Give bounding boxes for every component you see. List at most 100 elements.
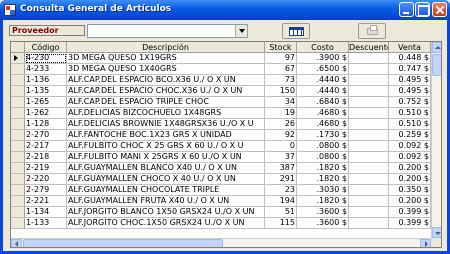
descuento-cell[interactable] bbox=[349, 97, 389, 108]
stock-cell[interactable]: 23 bbox=[265, 185, 297, 196]
table-row[interactable]: 1-133 ALF.JORGITO CHOC.1X50 GRSX24 U./O X… bbox=[11, 218, 431, 229]
row-selector[interactable] bbox=[11, 86, 25, 97]
descuento-cell[interactable] bbox=[349, 119, 389, 130]
column-header-stock[interactable]: Stock bbox=[265, 42, 297, 53]
venta-cell[interactable]: 0.495 $ bbox=[389, 75, 431, 86]
codigo-cell[interactable]: 1-135 bbox=[25, 86, 67, 97]
descripcion-cell[interactable]: ALF.GUAYMALLEN CHOCO X 40 U./ O X UN bbox=[67, 174, 265, 185]
stock-cell[interactable]: 34 bbox=[265, 97, 297, 108]
descuento-cell[interactable] bbox=[349, 185, 389, 196]
venta-cell[interactable]: 0.747 $ bbox=[389, 64, 431, 75]
descripcion-cell[interactable]: ALF.GUAYMALLEN BLANCO X40 U./ O X UN bbox=[67, 163, 265, 174]
stock-cell[interactable]: 291 bbox=[265, 174, 297, 185]
minimize-button[interactable] bbox=[399, 2, 414, 17]
table-row[interactable]: 2-270 ALF.FANTOCHE BOC.1X23 GRS X UNIDAD 9… bbox=[11, 130, 431, 141]
column-header-descripcion[interactable]: Descripción bbox=[67, 42, 265, 53]
descuento-cell[interactable] bbox=[349, 108, 389, 119]
row-selector[interactable] bbox=[11, 163, 25, 174]
descripcion-cell[interactable]: ALF.JORGITO CHOC.1X50 GRSX24 U./O X UN bbox=[67, 218, 265, 229]
column-header-venta[interactable]: Venta bbox=[389, 42, 431, 53]
codigo-cell[interactable]: 2-220 bbox=[25, 174, 67, 185]
codigo-cell[interactable]: 4-230 bbox=[25, 53, 67, 64]
table-row[interactable]: 1-135 ALF.CAP.DEL ESPACIO CHOC.X36 U./ O … bbox=[11, 86, 431, 97]
costo-cell[interactable]: .4440 $ bbox=[297, 75, 349, 86]
descripcion-cell[interactable]: ALF.CAP.DEL ESPACIO BCO.X36 U./ O X UN bbox=[67, 75, 265, 86]
proveedor-combobox[interactable] bbox=[87, 24, 248, 38]
descuento-cell[interactable] bbox=[349, 141, 389, 152]
row-selector[interactable] bbox=[11, 218, 25, 229]
row-selector[interactable] bbox=[11, 152, 25, 163]
stock-cell[interactable]: 0 bbox=[265, 141, 297, 152]
stock-cell[interactable]: 73 bbox=[265, 75, 297, 86]
stock-cell[interactable]: 150 bbox=[265, 86, 297, 97]
row-selector[interactable] bbox=[11, 207, 25, 218]
table-row[interactable]: 2-279 ALF.GUAYMALLEN CHOCOLATE TRIPLE 23.3… bbox=[11, 185, 431, 196]
stock-cell[interactable]: 115 bbox=[265, 218, 297, 229]
costo-cell[interactable]: .1820 $ bbox=[297, 196, 349, 207]
codigo-cell[interactable]: 1-133 bbox=[25, 218, 67, 229]
descripcion-cell[interactable]: ALF.DELICIAS BROWNIE 1X48GRSX36 U./O X U bbox=[67, 119, 265, 130]
descuento-cell[interactable] bbox=[349, 163, 389, 174]
table-row[interactable]: 1-136 ALF.CAP.DEL ESPACIO BCO.X36 U./ O X… bbox=[11, 75, 431, 86]
table-row[interactable]: 2-219 ALF.GUAYMALLEN BLANCO X40 U./ O X U… bbox=[11, 163, 431, 174]
venta-cell[interactable]: 0.092 $ bbox=[389, 152, 431, 163]
row-selector[interactable] bbox=[11, 196, 25, 207]
venta-cell[interactable]: 0.092 $ bbox=[389, 141, 431, 152]
costo-cell[interactable]: .4440 $ bbox=[297, 86, 349, 97]
row-selector[interactable] bbox=[11, 130, 25, 141]
codigo-cell[interactable]: 2-218 bbox=[25, 152, 67, 163]
row-selector[interactable] bbox=[11, 119, 25, 130]
costo-cell[interactable]: .0800 $ bbox=[297, 141, 349, 152]
codigo-cell[interactable]: 2-221 bbox=[25, 196, 67, 207]
costo-cell[interactable]: .1820 $ bbox=[297, 163, 349, 174]
codigo-cell[interactable]: 1-262 bbox=[25, 108, 67, 119]
row-selector[interactable] bbox=[11, 185, 25, 196]
descuento-cell[interactable] bbox=[349, 130, 389, 141]
descuento-cell[interactable] bbox=[349, 218, 389, 229]
costo-cell[interactable]: .6840 $ bbox=[297, 97, 349, 108]
costo-cell[interactable]: .3600 $ bbox=[297, 207, 349, 218]
scroll-down-icon[interactable] bbox=[432, 227, 441, 238]
stock-cell[interactable]: 51 bbox=[265, 207, 297, 218]
grid-view-button[interactable] bbox=[282, 23, 310, 39]
horizontal-scrollbar[interactable] bbox=[11, 238, 431, 247]
column-header-descuento[interactable]: Descuento bbox=[349, 42, 389, 53]
costo-cell[interactable]: .3600 $ bbox=[297, 218, 349, 229]
costo-cell[interactable]: .6500 $ bbox=[297, 64, 349, 75]
articles-grid[interactable]: Código Descripción Stock Costo Descuento Vent… bbox=[10, 41, 442, 248]
descuento-cell[interactable] bbox=[349, 53, 389, 64]
scroll-left-icon[interactable] bbox=[11, 239, 22, 247]
costo-cell[interactable]: .3900 $ bbox=[297, 53, 349, 64]
descuento-cell[interactable] bbox=[349, 196, 389, 207]
descuento-cell[interactable] bbox=[349, 174, 389, 185]
venta-cell[interactable]: 0.259 $ bbox=[389, 130, 431, 141]
row-selector[interactable] bbox=[11, 97, 25, 108]
stock-cell[interactable]: 67 bbox=[265, 64, 297, 75]
table-row[interactable]: 4-233 3D MEGA QUESO 1X40GRS 67.6500 $ 0.747… bbox=[11, 64, 431, 75]
descripcion-cell[interactable]: ALF.FULBITO MANI X 25GRS X 60 U./O X UN bbox=[67, 152, 265, 163]
column-header-codigo[interactable]: Código bbox=[25, 42, 67, 53]
stock-cell[interactable]: 26 bbox=[265, 119, 297, 130]
print-button[interactable] bbox=[358, 23, 386, 39]
table-row[interactable]: 2-217 ALF.FULBITO CHOC X 25 GRS X 60 U./ … bbox=[11, 141, 431, 152]
costo-cell[interactable]: .1820 $ bbox=[297, 174, 349, 185]
venta-cell[interactable]: 0.399 $ bbox=[389, 218, 431, 229]
venta-cell[interactable]: 0.495 $ bbox=[389, 86, 431, 97]
descuento-cell[interactable] bbox=[349, 75, 389, 86]
venta-cell[interactable]: 0.510 $ bbox=[389, 108, 431, 119]
stock-cell[interactable]: 194 bbox=[265, 196, 297, 207]
row-selector[interactable] bbox=[11, 53, 25, 64]
table-row[interactable]: 2-221 ALF.GUAYMALLEN FRUTA X40 U./ O X UN… bbox=[11, 196, 431, 207]
descripcion-cell[interactable]: ALF.FANTOCHE BOC.1X23 GRS X UNIDAD bbox=[67, 130, 265, 141]
descripcion-cell[interactable]: ALF.GUAYMALLEN FRUTA X40 U./ O X UN bbox=[67, 196, 265, 207]
descuento-cell[interactable] bbox=[349, 152, 389, 163]
close-button[interactable] bbox=[432, 2, 447, 17]
row-selector[interactable] bbox=[11, 64, 25, 75]
venta-cell[interactable]: 0.200 $ bbox=[389, 163, 431, 174]
descripcion-cell[interactable]: 3D MEGA QUESO 1X19GRS bbox=[67, 53, 265, 64]
scroll-right-icon[interactable] bbox=[420, 239, 431, 247]
codigo-cell[interactable]: 2-279 bbox=[25, 185, 67, 196]
table-row[interactable]: 2-218 ALF.FULBITO MANI X 25GRS X 60 U./O … bbox=[11, 152, 431, 163]
descripcion-cell[interactable]: ALF.FULBITO CHOC X 25 GRS X 60 U./ O X U bbox=[67, 141, 265, 152]
row-selector[interactable] bbox=[11, 141, 25, 152]
